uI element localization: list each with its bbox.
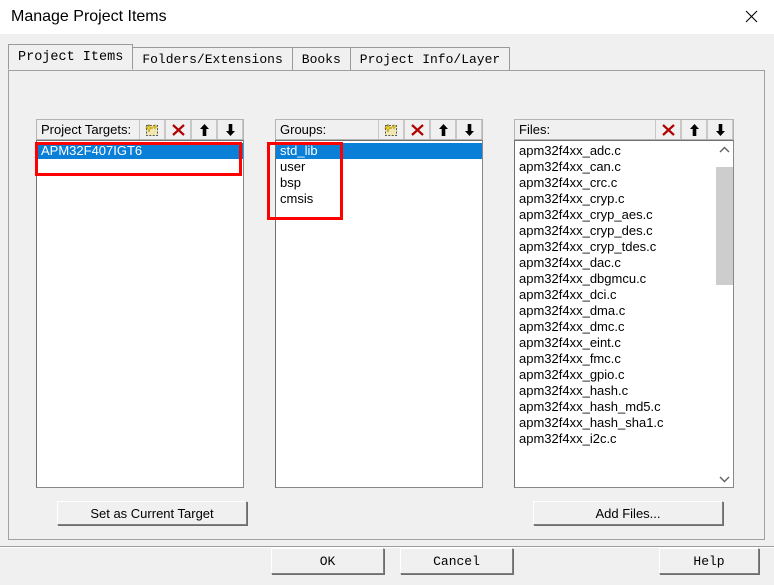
scroll-track[interactable] <box>716 158 733 470</box>
project-targets-toolbar <box>139 120 243 139</box>
new-item-icon <box>383 122 397 136</box>
dialog-body: Project Items Folders/Extensions Books P… <box>0 34 774 585</box>
delete-icon <box>171 123 185 136</box>
files-delete-button[interactable] <box>655 120 681 139</box>
targets-delete-button[interactable] <box>165 120 191 139</box>
move-up-icon <box>689 123 699 136</box>
title-bar: Manage Project Items <box>0 0 774 34</box>
delete-icon <box>661 123 675 136</box>
list-item[interactable]: apm32f4xx_hash.c <box>515 383 715 399</box>
groups-move-down-button[interactable] <box>456 120 482 139</box>
groups-listbox[interactable]: std_lib user bsp cmsis <box>275 140 483 488</box>
move-down-icon <box>715 123 725 136</box>
files-listbox[interactable]: apm32f4xx_adc.c apm32f4xx_can.c apm32f4x… <box>514 140 734 488</box>
targets-move-up-button[interactable] <box>191 120 217 139</box>
groups-new-item-button[interactable] <box>378 120 404 139</box>
list-item[interactable]: apm32f4xx_hash_sha1.c <box>515 415 715 431</box>
list-item[interactable]: apm32f4xx_i2c.c <box>515 431 715 447</box>
files-scrollbar[interactable] <box>715 141 733 487</box>
project-targets-header: Project Targets: <box>36 119 244 140</box>
groups-items: std_lib user bsp cmsis <box>276 141 482 207</box>
list-item[interactable]: apm32f4xx_can.c <box>515 159 715 175</box>
groups-label: Groups: <box>280 122 327 137</box>
tab-project-info-layer[interactable]: Project Info/Layer <box>349 47 511 70</box>
add-files-button[interactable]: Add Files... <box>533 501 723 525</box>
ok-button[interactable]: OK <box>271 548 384 574</box>
groups-move-up-button[interactable] <box>430 120 456 139</box>
new-item-icon <box>144 122 158 136</box>
chevron-up-icon <box>719 146 730 152</box>
tab-page-project-items: Project Targets: APM32F407IGT6 Groups: s… <box>8 70 765 540</box>
move-up-icon <box>438 123 448 136</box>
tab-books[interactable]: Books <box>291 47 351 70</box>
move-down-icon <box>464 123 474 136</box>
list-item[interactable]: apm32f4xx_cryp_aes.c <box>515 207 715 223</box>
set-as-current-target-button[interactable]: Set as Current Target <box>57 501 247 525</box>
list-item[interactable]: apm32f4xx_adc.c <box>515 143 715 159</box>
scroll-down-button[interactable] <box>716 470 733 487</box>
list-item[interactable]: apm32f4xx_cryp_tdes.c <box>515 239 715 255</box>
list-item[interactable]: apm32f4xx_eint.c <box>515 335 715 351</box>
list-item[interactable]: apm32f4xx_hash_md5.c <box>515 399 715 415</box>
footer-separator <box>0 546 774 548</box>
files-move-down-button[interactable] <box>707 120 733 139</box>
list-item[interactable]: apm32f4xx_dmc.c <box>515 319 715 335</box>
targets-move-down-button[interactable] <box>217 120 243 139</box>
tab-strip: Project Items Folders/Extensions Books P… <box>8 44 511 70</box>
project-targets-listbox[interactable]: APM32F407IGT6 <box>36 140 244 488</box>
files-items: apm32f4xx_adc.c apm32f4xx_can.c apm32f4x… <box>515 141 715 447</box>
project-targets-items: APM32F407IGT6 <box>37 141 243 159</box>
groups-header: Groups: <box>275 119 483 140</box>
list-item[interactable]: apm32f4xx_dma.c <box>515 303 715 319</box>
list-item[interactable]: user <box>276 159 482 175</box>
files-toolbar <box>655 120 733 139</box>
list-item[interactable]: cmsis <box>276 191 482 207</box>
groups-toolbar <box>378 120 482 139</box>
list-item[interactable]: apm32f4xx_cryp_des.c <box>515 223 715 239</box>
scroll-thumb[interactable] <box>716 167 733 285</box>
window-title: Manage Project Items <box>11 8 167 25</box>
targets-new-item-button[interactable] <box>139 120 165 139</box>
list-item[interactable]: apm32f4xx_dac.c <box>515 255 715 271</box>
list-item[interactable]: std_lib <box>276 143 482 159</box>
list-item[interactable]: apm32f4xx_dci.c <box>515 287 715 303</box>
tab-project-items[interactable]: Project Items <box>8 44 134 70</box>
list-item[interactable]: APM32F407IGT6 <box>37 143 243 159</box>
scroll-up-button[interactable] <box>716 141 733 158</box>
files-label: Files: <box>519 122 551 137</box>
list-item[interactable]: bsp <box>276 175 482 191</box>
list-item[interactable]: apm32f4xx_gpio.c <box>515 367 715 383</box>
close-icon <box>745 10 757 22</box>
chevron-down-icon <box>719 476 730 482</box>
move-down-icon <box>225 123 235 136</box>
groups-delete-button[interactable] <box>404 120 430 139</box>
move-up-icon <box>199 123 209 136</box>
list-item[interactable]: apm32f4xx_fmc.c <box>515 351 715 367</box>
delete-icon <box>410 123 424 136</box>
list-item[interactable]: apm32f4xx_cryp.c <box>515 191 715 207</box>
help-button[interactable]: Help <box>659 548 759 574</box>
list-item[interactable]: apm32f4xx_crc.c <box>515 175 715 191</box>
files-header: Files: <box>514 119 734 140</box>
list-item[interactable]: apm32f4xx_dbgmcu.c <box>515 271 715 287</box>
cancel-button[interactable]: Cancel <box>400 548 513 574</box>
project-targets-label: Project Targets: <box>41 122 132 137</box>
close-button[interactable] <box>728 0 774 32</box>
files-move-up-button[interactable] <box>681 120 707 139</box>
tab-folders-extensions[interactable]: Folders/Extensions <box>132 47 293 70</box>
